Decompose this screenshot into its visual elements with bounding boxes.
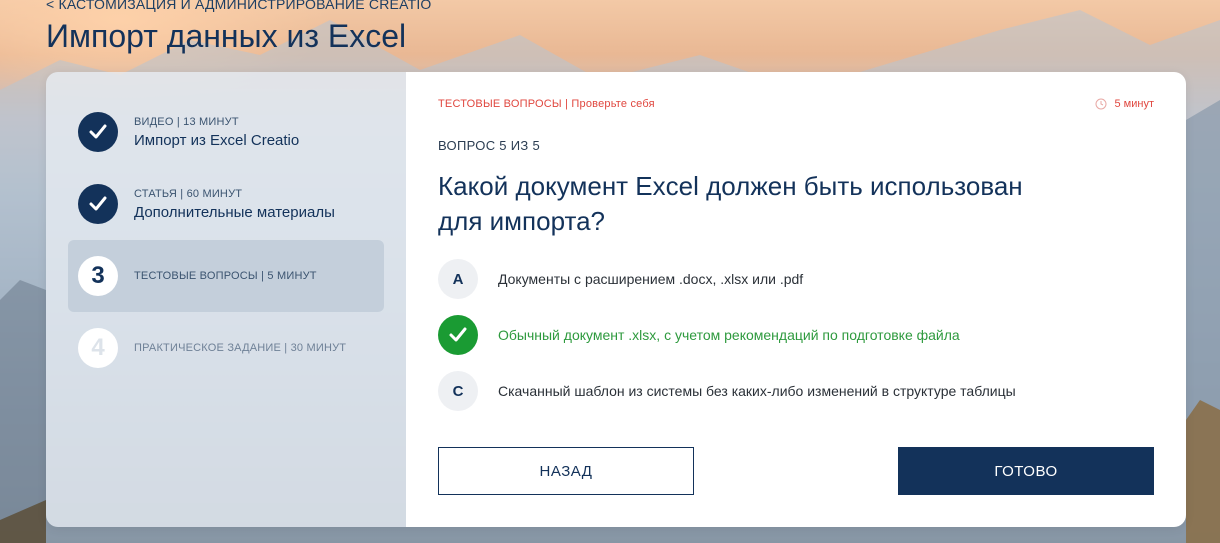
timer: 5 минут [1095, 98, 1155, 110]
answer-list: A Документы с расширением .docx, .xlsx и… [438, 259, 1154, 411]
timer-label: 5 минут [1114, 98, 1155, 110]
step-title: Импорт из Excel Creatio [134, 131, 300, 149]
back-button[interactable]: НАЗАД [438, 447, 694, 495]
step-meta: ВИДЕО | 13 МИНУТ [134, 115, 239, 128]
step-article[interactable]: СТАТЬЯ | 60 МИНУТ Дополнительные материа… [68, 168, 384, 240]
answer-option-b[interactable]: Обычный документ .xlsx, с учетом рекомен… [438, 315, 1154, 355]
answer-letter: A [438, 259, 478, 299]
clock-icon [1095, 98, 1106, 110]
done-button[interactable]: ГОТОВО [898, 447, 1154, 495]
answer-correct-badge [438, 315, 478, 355]
lesson-card: ВИДЕО | 13 МИНУТ Импорт из Excel Creatio… [46, 72, 1186, 527]
breadcrumb[interactable]: < КАСТОМИЗАЦИЯ И АДМИНИСТРИРОВАНИЕ CREAT… [46, 0, 432, 12]
step-done-badge [78, 184, 118, 224]
step-video[interactable]: ВИДЕО | 13 МИНУТ Импорт из Excel Creatio [68, 96, 384, 168]
step-quiz[interactable]: 3 ТЕСТОВЫЕ ВОПРОСЫ | 5 МИНУТ [68, 240, 384, 312]
step-meta: СТАТЬЯ | 60 МИНУТ [134, 187, 243, 200]
steps-sidebar: ВИДЕО | 13 МИНУТ Импорт из Excel Creatio… [46, 72, 406, 527]
quiz-panel: ТЕСТОВЫЕ ВОПРОСЫ | Проверьте себя 5 мину… [406, 72, 1186, 527]
question-text: Какой документ Excel должен быть использ… [438, 171, 1023, 236]
answer-option-c[interactable]: C Скачанный шаблон из системы без каких-… [438, 371, 1154, 411]
step-title: Дополнительные материалы [134, 203, 335, 221]
answer-text: Документы с расширением .docx, .xlsx или… [498, 271, 804, 287]
page-title: Импорт данных из Excel [46, 18, 407, 54]
step-number-badge: 4 [78, 328, 118, 368]
check-icon [89, 196, 107, 211]
question-counter: ВОПРОС 5 ИЗ 5 [438, 138, 540, 153]
step-practice: 4 ПРАКТИЧЕСКОЕ ЗАДАНИЕ | 30 МИНУТ [68, 312, 384, 384]
section-label: ТЕСТОВЫЕ ВОПРОСЫ | Проверьте себя [438, 98, 655, 110]
step-meta: ТЕСТОВЫЕ ВОПРОСЫ | 5 МИНУТ [134, 270, 317, 282]
step-done-badge [78, 112, 118, 152]
answer-text: Обычный документ .xlsx, с учетом рекомен… [498, 327, 960, 343]
check-icon [89, 124, 107, 139]
step-number-badge: 3 [78, 256, 118, 296]
answer-option-a[interactable]: A Документы с расширением .docx, .xlsx и… [438, 259, 1154, 299]
check-icon [449, 327, 467, 342]
step-meta: ПРАКТИЧЕСКОЕ ЗАДАНИЕ | 30 МИНУТ [134, 342, 347, 354]
answer-text: Скачанный шаблон из системы без каких-ли… [498, 383, 1016, 399]
answer-letter: C [438, 371, 478, 411]
